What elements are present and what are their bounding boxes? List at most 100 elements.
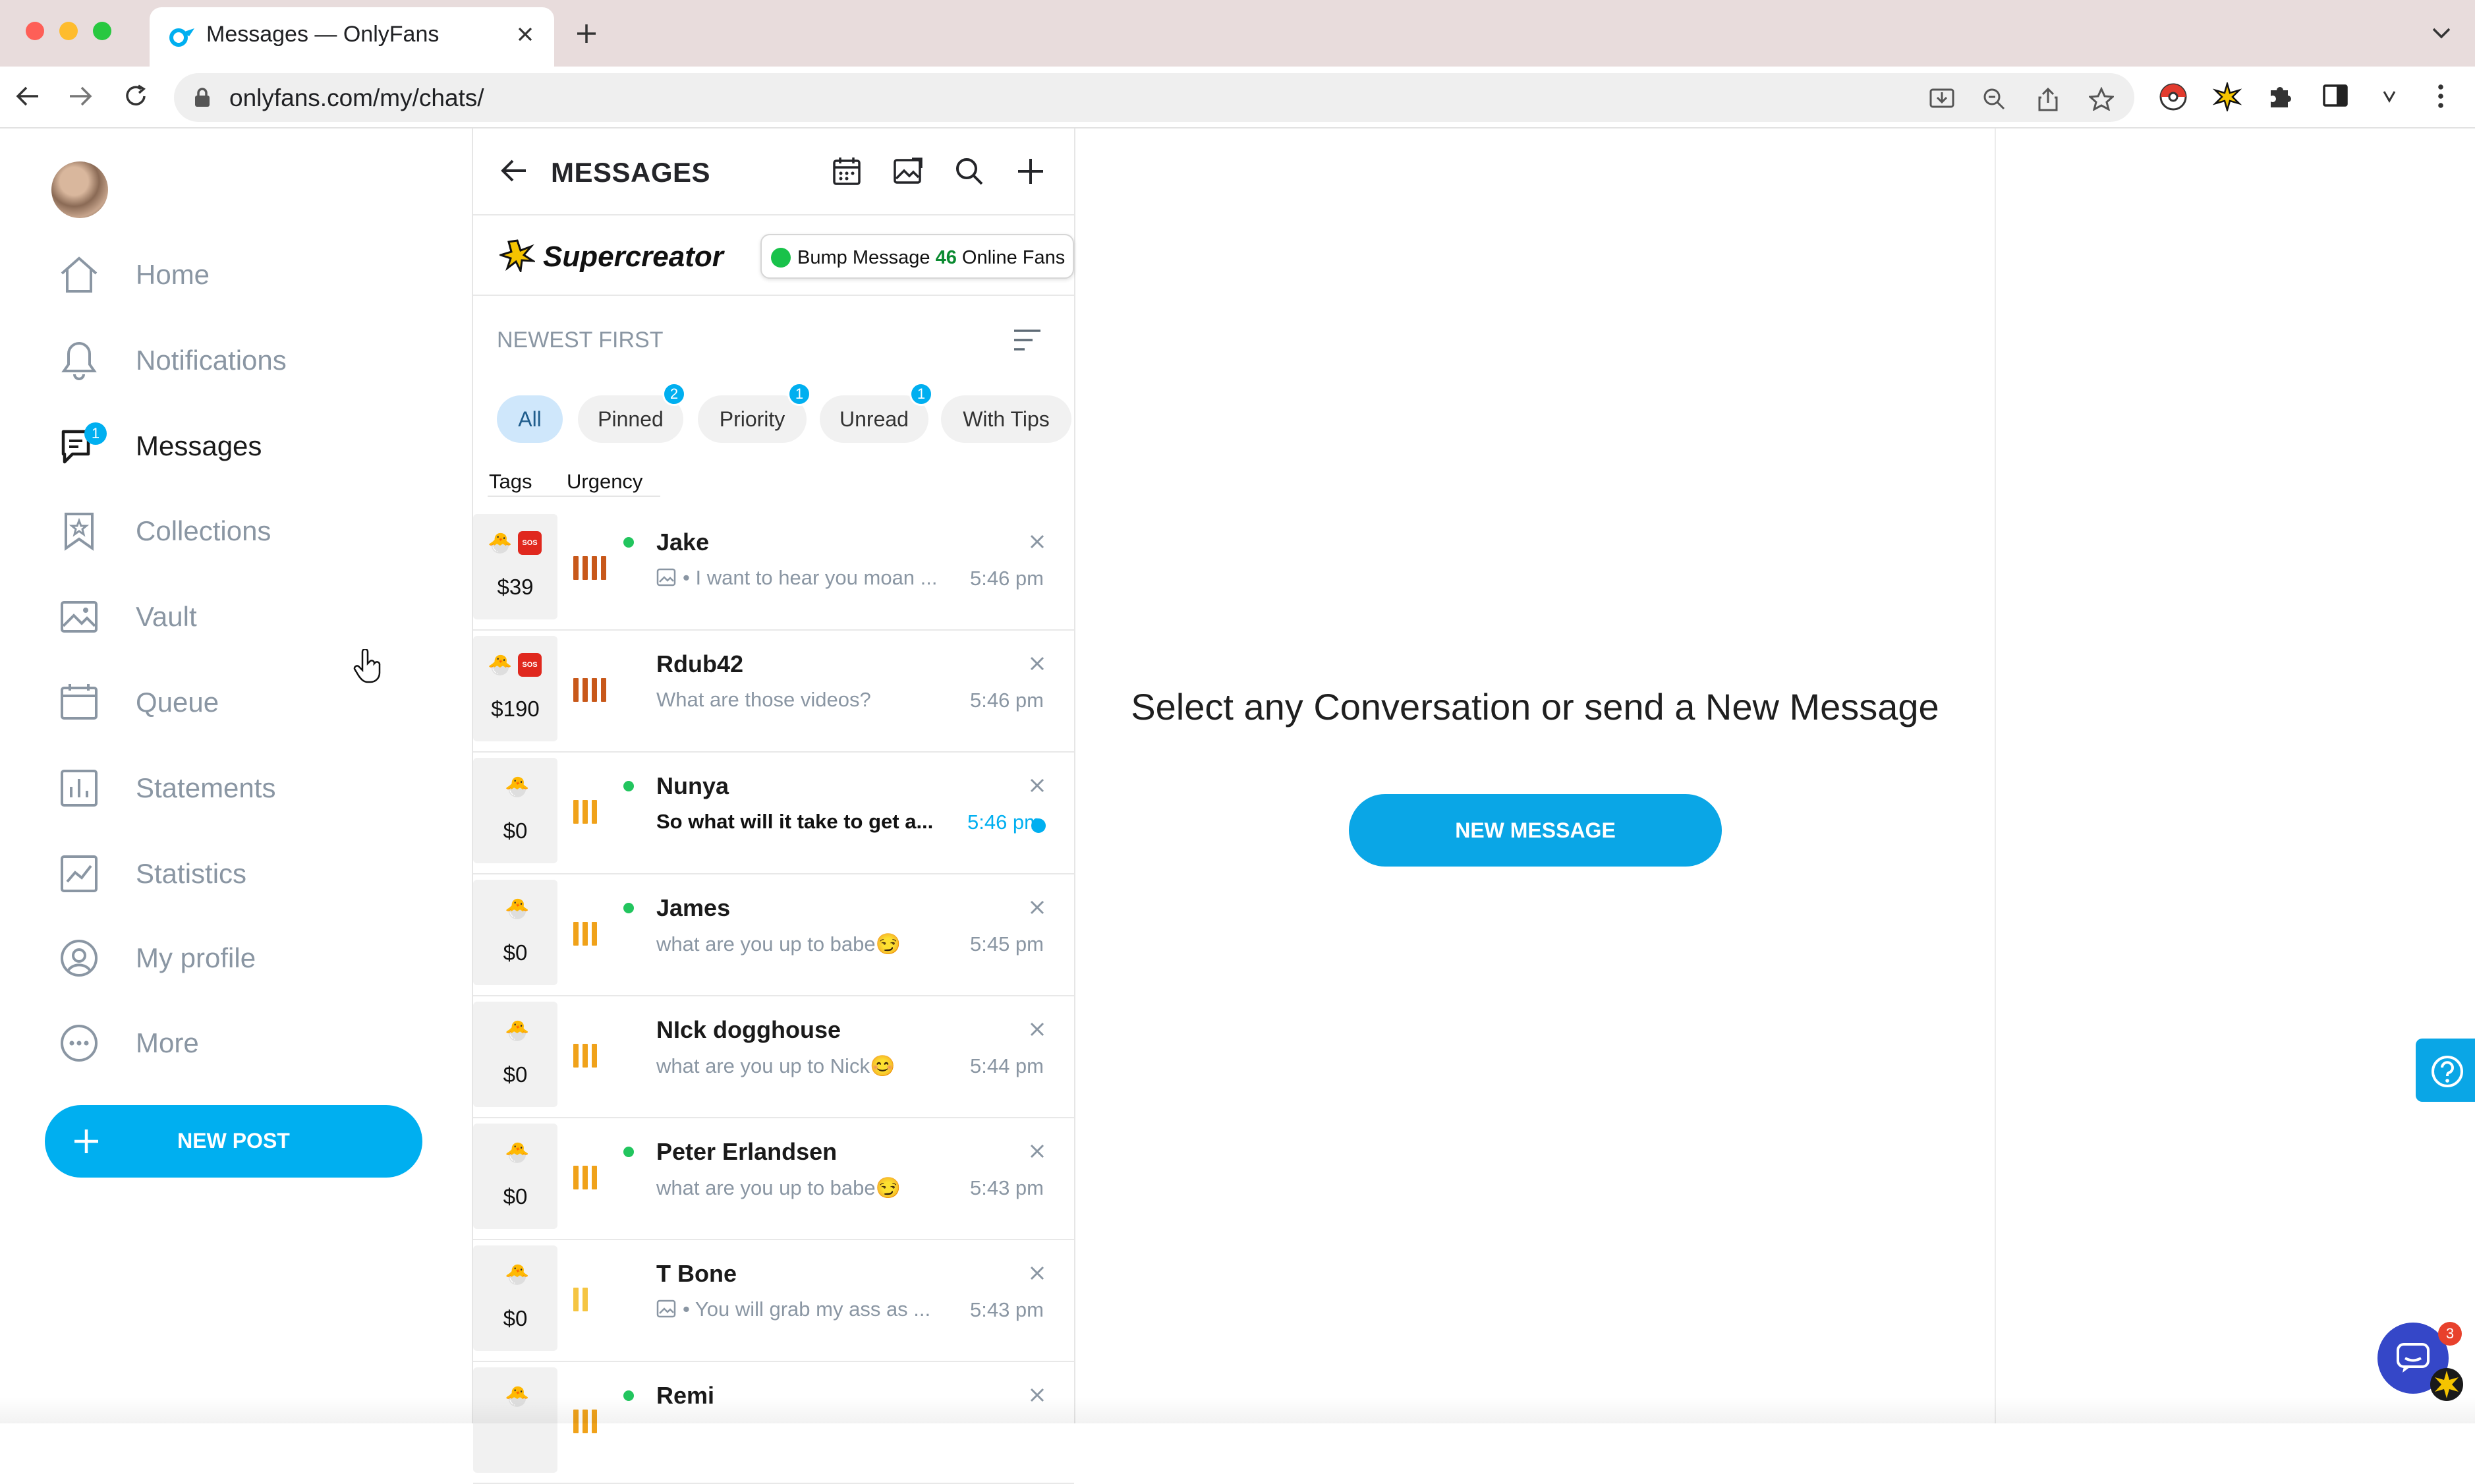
address-bar: onlyfans.com/my/chats/ xyxy=(0,67,2475,128)
bookmark-star-icon[interactable] xyxy=(2089,87,2114,111)
filter-chip-priority[interactable]: Priority 1 xyxy=(698,382,811,443)
supercreator-bar: Supercreator Bump Message 46 Online Fans xyxy=(473,215,1074,295)
filter-chip-all[interactable]: All xyxy=(497,395,563,443)
tag-box[interactable]: 🐣 $0 xyxy=(473,1124,557,1229)
tags-header[interactable]: Tags xyxy=(489,470,532,494)
more-icon xyxy=(58,1022,100,1064)
side-panel-icon[interactable] xyxy=(2322,82,2348,109)
bump-message-button[interactable]: Bump Message 46 Online Fans xyxy=(760,234,1074,279)
new-tab-icon[interactable] xyxy=(575,22,598,45)
urgency-bar xyxy=(583,922,588,946)
close-tab-icon[interactable] xyxy=(515,24,535,44)
divider xyxy=(488,496,660,497)
urgency-bar xyxy=(573,1288,579,1311)
user-circle-icon xyxy=(58,937,100,979)
urgency-bar xyxy=(592,922,597,946)
chat-row[interactable]: 🐣 $0 Peter Erlandsen what are you up to bab… xyxy=(473,1118,1074,1240)
profile-v-icon[interactable] xyxy=(2380,86,2399,106)
close-window-button[interactable] xyxy=(26,22,44,40)
filter-chip-pinned[interactable]: Pinned 2 xyxy=(578,382,686,443)
chat-row[interactable]: 🐣 $0 T Bone • You will grab my ass as ... 5:… xyxy=(473,1240,1074,1362)
close-icon[interactable] xyxy=(1028,1264,1046,1282)
tag-box[interactable]: 🐣 xyxy=(473,1367,557,1473)
unread-indicator xyxy=(1031,818,1046,833)
online-status-dot xyxy=(623,1147,634,1157)
hand-cursor-icon xyxy=(353,649,382,683)
close-icon[interactable] xyxy=(1028,1386,1046,1404)
search-icon[interactable] xyxy=(954,156,984,186)
minimize-window-button[interactable] xyxy=(59,22,78,40)
sidebar-item-label: Home xyxy=(136,259,210,290)
tag-box[interactable]: 🐣 $0 xyxy=(473,1245,557,1351)
maximize-window-button[interactable] xyxy=(93,22,111,40)
calendar-icon[interactable] xyxy=(832,156,862,186)
divider xyxy=(473,295,1074,296)
filter-chip-with-tips[interactable]: With Tips xyxy=(941,395,1071,443)
url-field[interactable]: onlyfans.com/my/chats/ xyxy=(174,73,2134,122)
urgency-bar xyxy=(573,1166,579,1189)
tag-box[interactable]: 🐣 $0 xyxy=(473,758,557,863)
sort-icon[interactable] xyxy=(1012,327,1042,353)
chat-row[interactable]: 🐣 $0 James what are you up to babe😏 5:45 pm xyxy=(473,874,1074,996)
forward-icon[interactable] xyxy=(67,83,94,109)
chip-label: With Tips xyxy=(963,407,1050,431)
supercreator-extension-icon[interactable] xyxy=(2213,82,2242,111)
pokeball-extension-icon[interactable] xyxy=(2159,82,2188,111)
online-status-dot xyxy=(623,1390,634,1401)
install-icon[interactable] xyxy=(1929,87,1955,111)
chat-row[interactable]: 🐣 $0 NIck dogghouse what are you up to Nick… xyxy=(473,996,1074,1118)
filter-chip-unread[interactable]: Unread 1 xyxy=(820,382,933,443)
close-icon[interactable] xyxy=(1028,1142,1046,1160)
sidebar-item-statistics[interactable]: Statistics xyxy=(58,842,427,905)
sidebar-item-vault[interactable]: Vault xyxy=(58,585,427,648)
share-icon[interactable] xyxy=(2037,87,2059,112)
close-icon[interactable] xyxy=(1028,1020,1046,1039)
chat-preview: what are you up to babe😏 xyxy=(656,932,901,956)
sidebar-item-collections[interactable]: Collections xyxy=(58,499,427,563)
sidebar-item-more[interactable]: More xyxy=(58,1012,427,1075)
tag-box[interactable]: 🐣 SOS $39 xyxy=(473,514,557,619)
zoom-icon[interactable] xyxy=(1982,87,2006,111)
sidebar-item-notifications[interactable]: Notifications xyxy=(58,329,427,392)
help-button[interactable] xyxy=(2416,1039,2475,1102)
image-attachment-icon xyxy=(656,567,676,587)
sort-label: NEWEST FIRST xyxy=(497,328,664,353)
close-icon[interactable] xyxy=(1028,654,1046,673)
sidebar-item-label: Messages xyxy=(136,430,262,461)
chevron-down-icon[interactable] xyxy=(2432,26,2451,40)
kebab-menu-icon[interactable] xyxy=(2434,82,2447,110)
sidebar-item-statements[interactable]: Statements xyxy=(58,756,427,820)
back-icon[interactable] xyxy=(14,83,41,109)
back-arrow-icon[interactable] xyxy=(499,156,528,185)
close-icon[interactable] xyxy=(1028,898,1046,917)
chat-row[interactable]: 🐣 SOS $39 Jake • I want to hear you moan ...… xyxy=(473,509,1074,631)
browser-tab[interactable]: Messages — OnlyFans xyxy=(150,7,554,67)
supercreator-star-icon xyxy=(2429,1367,2464,1402)
gallery-icon[interactable] xyxy=(892,156,924,186)
sidebar-item-my-profile[interactable]: My profile xyxy=(58,927,427,990)
sidebar-item-messages[interactable]: 1 Messages xyxy=(58,414,427,478)
puzzle-extensions-icon[interactable] xyxy=(2267,82,2294,110)
close-icon[interactable] xyxy=(1028,532,1046,551)
tag-box[interactable]: 🐣 $0 xyxy=(473,880,557,985)
chat-time: 5:46 pm xyxy=(969,567,1044,590)
sidebar-item-label: More xyxy=(136,1027,199,1058)
chip-badge: 1 xyxy=(787,382,811,406)
chip-badge: 1 xyxy=(909,382,933,406)
reload-icon[interactable] xyxy=(123,83,149,109)
sos-icon: SOS xyxy=(518,531,542,555)
avatar[interactable] xyxy=(51,161,108,218)
sidebar-item-home[interactable]: Home xyxy=(58,243,427,306)
chat-name: Remi xyxy=(656,1382,715,1409)
bookmark-icon xyxy=(58,510,100,552)
bottom-shadow xyxy=(0,1397,2475,1423)
plus-icon[interactable] xyxy=(1015,156,1046,186)
close-icon[interactable] xyxy=(1028,776,1046,795)
new-message-button[interactable]: NEW MESSAGE xyxy=(1349,794,1722,867)
tag-box[interactable]: 🐣 $0 xyxy=(473,1002,557,1107)
chat-row[interactable]: 🐣 SOS $190 Rdub42 What are those videos? 5:46… xyxy=(473,631,1074,753)
chat-row[interactable]: 🐣 $0 Nunya So what will it take to get a...… xyxy=(473,753,1074,874)
urgency-header[interactable]: Urgency xyxy=(567,470,642,494)
new-post-button[interactable]: NEW POST xyxy=(45,1105,422,1178)
tag-box[interactable]: 🐣 SOS $190 xyxy=(473,636,557,741)
